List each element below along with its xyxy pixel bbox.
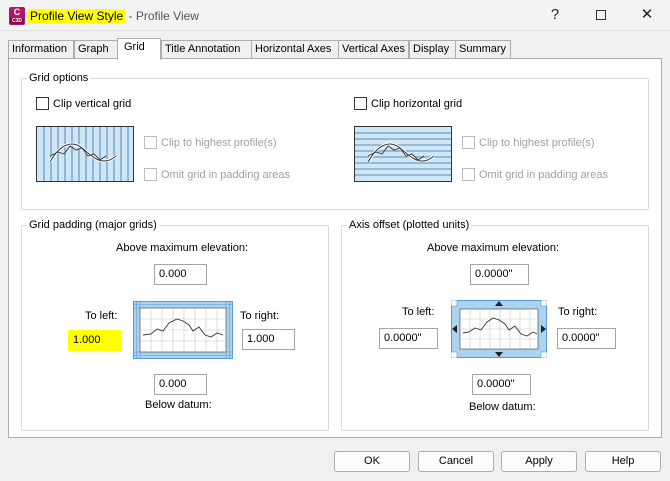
tab-display[interactable]: Display xyxy=(409,40,456,59)
horizontal-omit-padding-checkbox[interactable]: Omit grid in padding areas xyxy=(462,168,608,181)
window-title: Profile View Style - Profile View xyxy=(28,6,199,26)
gp-above-label: Above maximum elevation: xyxy=(116,242,249,254)
title-help-button[interactable]: ? xyxy=(532,0,578,31)
checkbox-box xyxy=(462,168,475,181)
ao-right-input[interactable]: 0.0000" xyxy=(557,328,616,349)
gp-above-input[interactable]: 0.000 xyxy=(154,264,207,285)
tab-label: Graph xyxy=(78,43,109,55)
ok-button[interactable]: OK xyxy=(334,451,410,472)
app-icon-sub: C3D xyxy=(10,18,24,24)
gp-right-label: To right: xyxy=(240,310,280,322)
grid-padding-preview xyxy=(133,301,233,359)
help-icon: ? xyxy=(550,6,560,23)
gp-left-input[interactable]: 1.000 xyxy=(68,330,121,351)
grid-options-group: Grid options Clip vertical grid Clip hor… xyxy=(21,71,649,210)
ao-above-input[interactable]: 0.0000" xyxy=(470,264,529,285)
title-bar: C C3D Profile View Style - Profile View … xyxy=(0,0,670,31)
vertical-grid-preview xyxy=(36,126,134,182)
vertical-clip-highest-checkbox[interactable]: Clip to highest profile(s) xyxy=(144,136,277,149)
horizontal-omit-padding-label: Omit grid in padding areas xyxy=(479,168,609,181)
grid-padding-group: Grid padding (major grids) Above maximum… xyxy=(21,218,329,431)
civil3d-app-icon: C C3D xyxy=(9,7,25,25)
window-title-highlighted: Profile View Style xyxy=(28,9,126,23)
checkbox-box xyxy=(36,97,49,110)
clip-vertical-grid-label: Clip vertical grid xyxy=(53,97,132,110)
tab-horizontal-axes[interactable]: Horizontal Axes xyxy=(251,40,339,59)
axis-offset-legend: Axis offset (plotted units) xyxy=(347,218,472,232)
gp-below-input[interactable]: 0.000 xyxy=(154,374,207,395)
ao-below-input[interactable]: 0.0000" xyxy=(472,374,531,395)
gp-below-label: Below datum: xyxy=(145,399,212,411)
grid-tab-panel: Grid options Clip vertical grid Clip hor… xyxy=(8,58,662,438)
checkbox-box xyxy=(462,136,475,149)
gp-right-input[interactable]: 1.000 xyxy=(242,329,295,350)
checkbox-box xyxy=(144,168,157,181)
tab-label: Summary xyxy=(459,43,507,55)
tab-label: Horizontal Axes xyxy=(255,43,332,55)
ao-below-label: Below datum: xyxy=(469,401,536,413)
apply-button[interactable]: Apply xyxy=(501,451,577,472)
close-button[interactable]: ✕ xyxy=(624,0,670,31)
vertical-clip-highest-label: Clip to highest profile(s) xyxy=(161,136,277,149)
vertical-omit-padding-checkbox[interactable]: Omit grid in padding areas xyxy=(144,168,290,181)
horizontal-grid-preview xyxy=(354,126,452,182)
tab-label: Display xyxy=(413,43,450,55)
clip-horizontal-grid-label: Clip horizontal grid xyxy=(371,97,463,110)
vertical-omit-padding-label: Omit grid in padding areas xyxy=(161,168,291,181)
tab-label: Grid xyxy=(124,41,145,53)
app-icon-letter: C xyxy=(13,7,21,17)
close-icon: ✕ xyxy=(640,6,654,23)
help-button[interactable]: Help xyxy=(585,451,661,472)
tab-information[interactable]: Information xyxy=(8,40,74,59)
grid-padding-legend: Grid padding (major grids) xyxy=(27,218,159,232)
checkbox-box xyxy=(144,136,157,149)
ao-left-input[interactable]: 0.0000" xyxy=(379,328,438,349)
tab-label: Title Annotation xyxy=(165,43,241,55)
window-title-rest: - Profile View xyxy=(125,9,199,23)
horizontal-clip-highest-label: Clip to highest profile(s) xyxy=(479,136,595,149)
clip-horizontal-grid-checkbox[interactable]: Clip horizontal grid xyxy=(354,97,462,110)
axis-offset-group: Axis offset (plotted units) Above maximu… xyxy=(341,218,649,431)
ao-above-label: Above maximum elevation: xyxy=(427,242,560,254)
tab-grid[interactable]: Grid xyxy=(117,38,161,60)
tab-label: Vertical Axes xyxy=(342,43,405,55)
axis-offset-preview xyxy=(451,300,547,358)
horizontal-clip-highest-checkbox[interactable]: Clip to highest profile(s) xyxy=(462,136,595,149)
ao-left-label: To left: xyxy=(402,306,435,318)
maximize-icon xyxy=(596,10,606,21)
ao-right-label: To right: xyxy=(558,306,598,318)
tab-graph[interactable]: Graph xyxy=(74,40,118,59)
tab-summary[interactable]: Summary xyxy=(455,40,511,59)
tab-vertical-axes[interactable]: Vertical Axes xyxy=(338,40,409,59)
tab-title-annotation[interactable]: Title Annotation xyxy=(161,40,252,59)
tab-label: Information xyxy=(12,43,68,55)
grid-options-legend: Grid options xyxy=(27,71,91,85)
cancel-button[interactable]: Cancel xyxy=(418,451,494,472)
clip-vertical-grid-checkbox[interactable]: Clip vertical grid xyxy=(36,97,131,110)
checkbox-box xyxy=(354,97,367,110)
maximize-button[interactable] xyxy=(578,0,624,31)
gp-left-label: To left: xyxy=(85,310,118,322)
